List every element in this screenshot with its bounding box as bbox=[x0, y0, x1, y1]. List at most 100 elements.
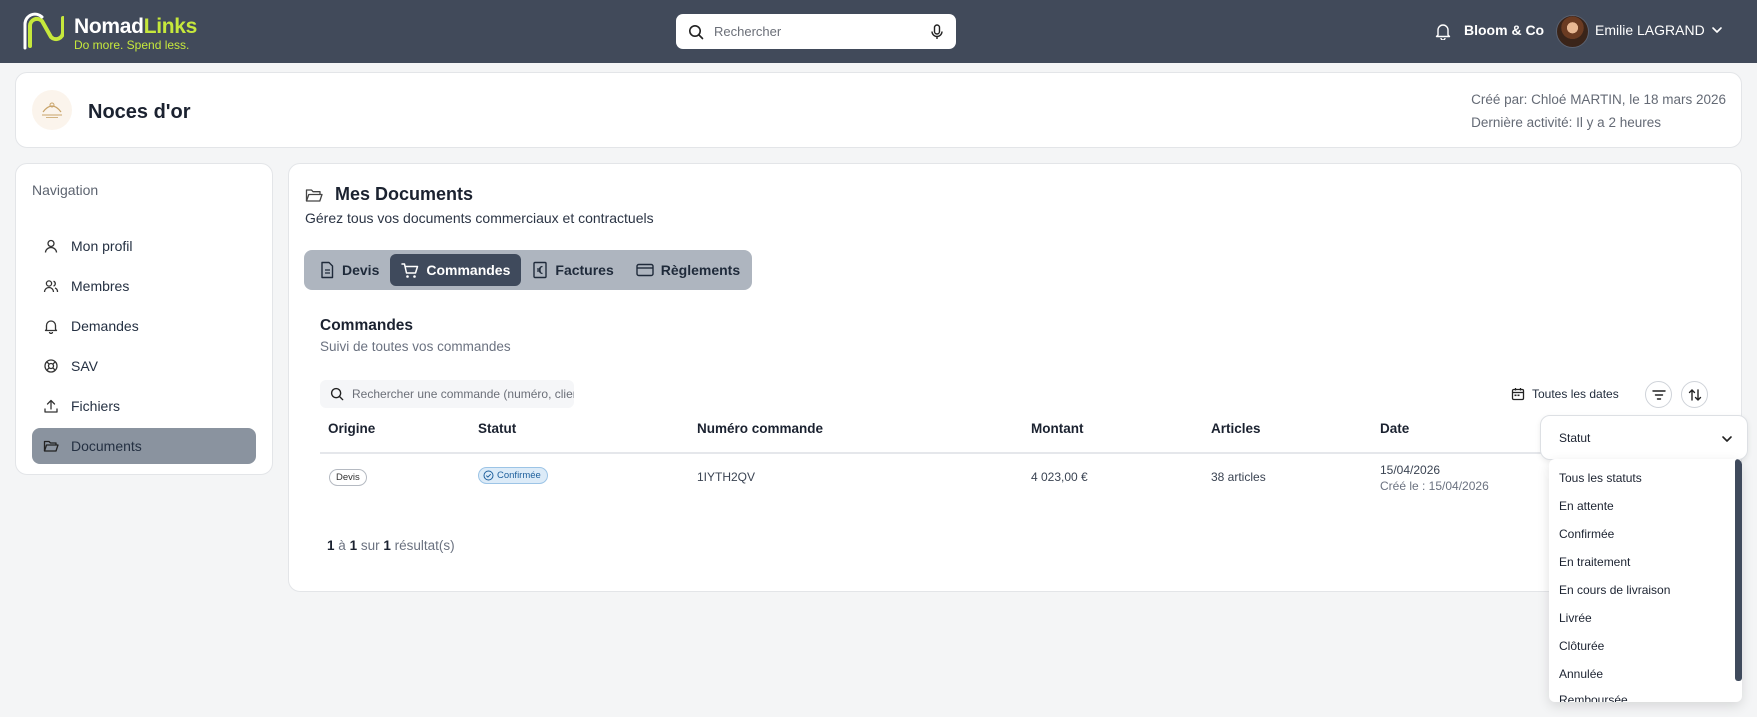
pager-word: à bbox=[338, 538, 346, 553]
lifebuoy-icon bbox=[44, 359, 58, 373]
project-last-activity: Dernière activité: Il y a 2 heures bbox=[1471, 115, 1661, 130]
sidebar-item-label: Demandes bbox=[71, 318, 139, 334]
date-filter-button[interactable]: Toutes les dates bbox=[1511, 380, 1619, 408]
pager-total: 1 bbox=[383, 538, 391, 553]
documents-panel: Mes Documents Gérez tous vos documents c… bbox=[288, 163, 1742, 592]
check-circle-icon bbox=[483, 470, 494, 481]
sidebar-item-sav[interactable]: SAV bbox=[32, 348, 256, 384]
column-header-montant[interactable]: Montant bbox=[1031, 421, 1083, 436]
user-name[interactable]: Emilie LAGRAND bbox=[1595, 22, 1705, 38]
column-header-articles[interactable]: Articles bbox=[1211, 421, 1261, 436]
documents-subtitle: Gérez tous vos documents commerciaux et … bbox=[305, 210, 654, 226]
sidebar-item-documents[interactable]: Documents bbox=[32, 428, 256, 464]
tab-factures[interactable]: Factures bbox=[521, 254, 624, 286]
tab-label: Règlements bbox=[660, 262, 741, 278]
orders-subtitle: Suivi de toutes vos commandes bbox=[320, 339, 511, 354]
tab-label: Devis bbox=[342, 262, 380, 278]
table-header-divider bbox=[320, 452, 1626, 454]
tab-devis[interactable]: Devis bbox=[308, 254, 390, 286]
pager-word: sur bbox=[360, 538, 380, 553]
sidebar-title: Navigation bbox=[32, 182, 99, 198]
column-header-numero[interactable]: Numéro commande bbox=[697, 421, 823, 436]
status-option[interactable]: En cours de livraison bbox=[1559, 583, 1670, 597]
user-avatar[interactable] bbox=[1556, 15, 1589, 48]
chevron-down-icon[interactable] bbox=[1711, 24, 1723, 36]
sidebar-item-membres[interactable]: Membres bbox=[32, 268, 256, 304]
tab-label: Commandes bbox=[426, 262, 511, 278]
status-option[interactable]: Tous les statuts bbox=[1559, 471, 1642, 485]
microphone-icon[interactable] bbox=[930, 23, 944, 40]
order-date-cell: 15/04/2026 Créé le : 15/04/2026 bbox=[1380, 462, 1489, 494]
column-header-date[interactable]: Date bbox=[1380, 421, 1409, 436]
brand-tagline: Do more. Spend less. bbox=[74, 37, 190, 52]
status-option[interactable]: Annulée bbox=[1559, 667, 1603, 681]
pager-to: 1 bbox=[349, 538, 358, 553]
documents-title: Mes Documents bbox=[305, 184, 473, 205]
status-option[interactable]: Clôturée bbox=[1559, 639, 1604, 653]
orders-search[interactable] bbox=[320, 380, 574, 408]
origin-badge: Devis bbox=[329, 469, 367, 486]
status-filter-select[interactable]: Statut bbox=[1540, 415, 1748, 460]
orders-search-input[interactable] bbox=[352, 387, 574, 401]
brand-logo[interactable]: NomadLinks Do more. Spend less. bbox=[22, 12, 197, 54]
sidebar-item-label: Fichiers bbox=[71, 398, 121, 414]
status-option[interactable]: Remboursée bbox=[1559, 693, 1628, 702]
column-header-origine[interactable]: Origine bbox=[328, 421, 375, 436]
status-option[interactable]: En attente bbox=[1559, 499, 1614, 513]
global-search-input[interactable] bbox=[714, 24, 930, 39]
pager-from: 1 bbox=[327, 538, 335, 553]
status-menu-scrollbar[interactable] bbox=[1735, 459, 1742, 681]
status-badge: Confirmée bbox=[478, 467, 548, 484]
project-header-card: Noces d'or Créé par: Chloé MARTIN, le 18… bbox=[15, 72, 1742, 148]
sidebar-item-label: Mon profil bbox=[71, 238, 133, 254]
status-badge-label: Confirmée bbox=[497, 470, 541, 481]
user-icon bbox=[44, 239, 58, 253]
status-option[interactable]: Confirmée bbox=[1559, 527, 1614, 541]
filter-button[interactable] bbox=[1645, 381, 1672, 408]
upload-icon bbox=[44, 399, 58, 413]
search-icon bbox=[689, 24, 704, 39]
status-filter-menu: Tous les statuts En attente Confirmée En… bbox=[1549, 459, 1742, 702]
tab-commandes[interactable]: Commandes bbox=[390, 254, 522, 286]
column-header-statut[interactable]: Statut bbox=[478, 421, 516, 436]
pagination-summary: 1 à 1 sur 1 résultat(s) bbox=[327, 538, 455, 553]
sidebar-navigation: Navigation Mon profil Membres Demandes S… bbox=[15, 163, 273, 475]
status-option[interactable]: Livrée bbox=[1559, 611, 1592, 625]
project-meta: Créé par: Chloé MARTIN, le 18 mars 2026 … bbox=[1471, 88, 1726, 134]
folder-open-icon bbox=[305, 188, 323, 202]
order-articles: 38 articles bbox=[1211, 470, 1266, 484]
notification-bell-icon[interactable] bbox=[1435, 22, 1451, 40]
chevron-down-icon bbox=[1722, 436, 1732, 442]
cart-icon bbox=[401, 262, 419, 278]
sort-button[interactable] bbox=[1681, 381, 1708, 408]
status-option[interactable]: En traitement bbox=[1559, 555, 1630, 569]
sidebar-item-label: SAV bbox=[71, 358, 98, 374]
sidebar-item-demandes[interactable]: Demandes bbox=[32, 308, 256, 344]
order-number: 1IYTH2QV bbox=[697, 470, 756, 484]
users-icon bbox=[43, 280, 59, 293]
order-created-date: Créé le : 15/04/2026 bbox=[1380, 479, 1489, 493]
status-filter-label: Statut bbox=[1559, 431, 1591, 445]
sidebar-item-mon-profil[interactable]: Mon profil bbox=[32, 228, 256, 264]
global-search[interactable] bbox=[676, 14, 956, 49]
sidebar-item-fichiers[interactable]: Fichiers bbox=[32, 388, 256, 424]
document-tabs: Devis Commandes Factures Règlements bbox=[304, 250, 752, 290]
top-bar: NomadLinks Do more. Spend less. Bloom & … bbox=[0, 0, 1757, 63]
search-icon bbox=[330, 387, 344, 401]
order-amount: 4 023,00 € bbox=[1031, 470, 1088, 484]
order-date: 15/04/2026 bbox=[1380, 463, 1441, 477]
folder-open-icon bbox=[43, 440, 59, 452]
tab-reglements[interactable]: Règlements bbox=[625, 254, 751, 286]
tab-label: Factures bbox=[555, 262, 614, 278]
bell-icon bbox=[44, 320, 58, 334]
logo-mark-icon bbox=[23, 12, 64, 50]
project-title: Noces d'or bbox=[88, 101, 191, 123]
project-logo bbox=[32, 90, 72, 130]
orders-title: Commandes bbox=[320, 317, 414, 334]
documents-title-text: Mes Documents bbox=[335, 184, 474, 204]
credit-card-icon bbox=[636, 263, 654, 277]
project-emblem-icon bbox=[42, 102, 62, 118]
euro-receipt-icon bbox=[533, 261, 548, 279]
pager-suffix: résultat(s) bbox=[394, 538, 455, 553]
company-name[interactable]: Bloom & Co bbox=[1464, 22, 1544, 38]
